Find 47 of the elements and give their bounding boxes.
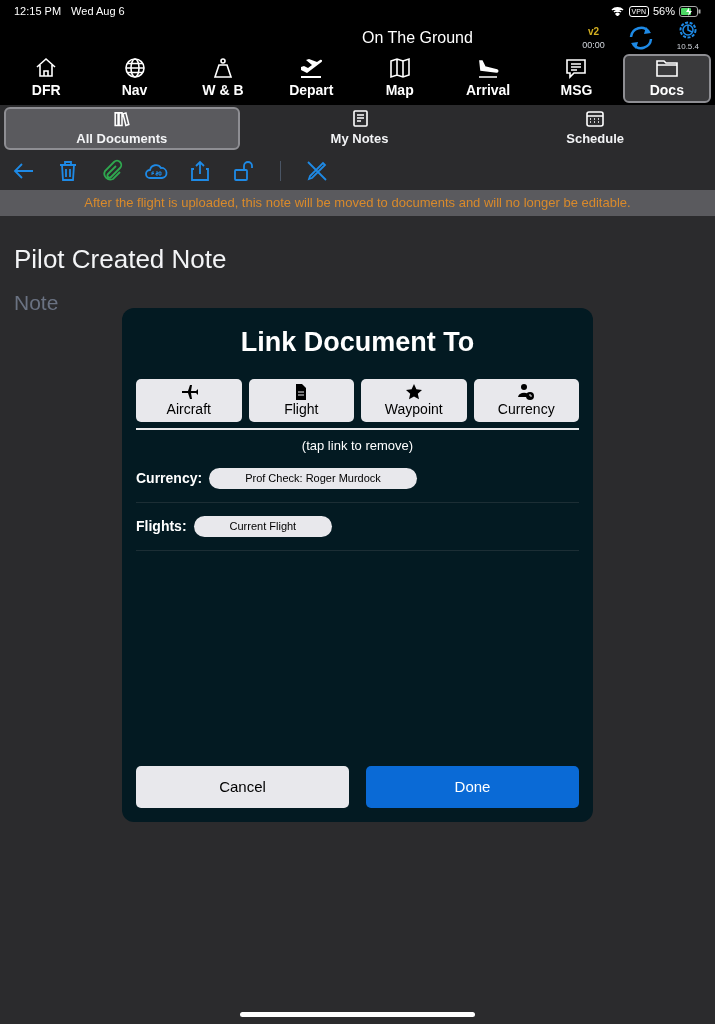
person-clock-icon	[517, 383, 536, 401]
link-label: Currency:	[136, 469, 203, 488]
build-label: 10.5.4	[676, 41, 699, 53]
nav-tab[interactable]: MSG	[534, 54, 619, 103]
calendar-icon	[585, 108, 606, 129]
link-type-button[interactable]: Flight	[248, 378, 354, 422]
link-type-button[interactable]: Waypoint	[361, 378, 467, 422]
timer-label: 00:00	[582, 38, 605, 52]
status-date: Wed Aug 6	[71, 3, 125, 19]
paperclip-icon[interactable]	[100, 159, 124, 183]
books-icon	[111, 109, 132, 129]
warning-banner: After the flight is uploaded, this note will be moved to documents and will no longer be editable.	[0, 190, 715, 216]
battery-percent: 56%	[652, 3, 675, 19]
status-time: 12:15 PM	[14, 3, 62, 19]
note-title: Pilot Created Note	[14, 243, 228, 276]
nav-tab[interactable]: Docs	[622, 54, 711, 103]
cancel-button[interactable]: Cancel	[136, 766, 349, 808]
nav-tab[interactable]: Nav	[92, 54, 177, 103]
takeoff-icon	[299, 56, 324, 80]
link-chip[interactable]: Prof Check: Roger Murdock	[209, 468, 417, 489]
link-type-button[interactable]: Aircraft	[136, 378, 242, 422]
map-icon	[387, 56, 412, 80]
nav-tab[interactable]: Depart	[269, 54, 354, 103]
link-type-button[interactable]: Currency	[473, 378, 579, 422]
section-tab[interactable]: Schedule	[479, 107, 711, 150]
edit-off-icon[interactable]	[305, 159, 329, 183]
version-label: v2	[587, 24, 600, 39]
message-icon	[564, 56, 589, 80]
screen-title: On The Ground	[362, 28, 473, 48]
section-tab[interactable]: All Documents	[4, 107, 240, 150]
wifi-icon	[610, 6, 624, 16]
hint-text: (tap link to remove)	[300, 436, 415, 455]
link-label: Flights:	[136, 517, 187, 536]
battery-icon	[679, 5, 701, 17]
nav-tab[interactable]: Arrival	[445, 54, 531, 103]
star-icon	[404, 383, 423, 401]
dialog-title: Link Document To	[239, 326, 476, 359]
nav-tab[interactable]: DFR	[4, 54, 89, 103]
nav-tab[interactable]: W & B	[180, 54, 266, 103]
share-icon[interactable]	[188, 159, 212, 183]
nav-tab[interactable]: Map	[357, 54, 442, 103]
globe-icon	[122, 56, 147, 80]
unlocked-icon[interactable]	[232, 159, 256, 183]
link-chip[interactable]: Current Flight	[193, 516, 333, 537]
done-button[interactable]: Done	[366, 766, 579, 808]
section-tab[interactable]: My Notes	[243, 107, 476, 150]
airplane-icon	[179, 383, 198, 401]
